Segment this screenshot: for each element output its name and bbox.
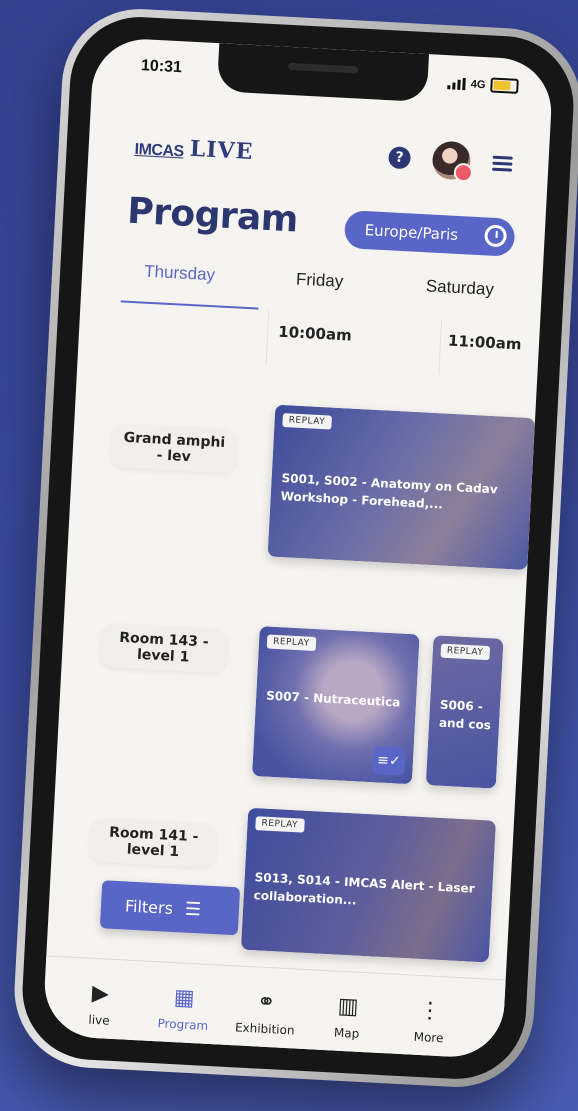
- session-title: S006 - and cos: [438, 697, 492, 733]
- tab-map[interactable]: ▥ Map: [306, 992, 388, 1042]
- session-card[interactable]: REPLAY S007 - Nutraceutica ≡✓: [252, 626, 420, 785]
- status-indicators: 4G: [447, 75, 519, 94]
- app-screen: 10:31 4G IMCAS LIVE ? Program Europe/Par…: [42, 36, 554, 1060]
- network-label: 4G: [470, 77, 486, 91]
- menu-icon[interactable]: [492, 155, 513, 172]
- phone-device: 10:31 4G IMCAS LIVE ? Program Europe/Par…: [10, 5, 578, 1091]
- more-icon: ⋮: [418, 997, 442, 1025]
- notch: [216, 43, 430, 103]
- play-icon: ▶: [91, 980, 110, 1007]
- status-time: 10:31: [140, 57, 183, 77]
- replay-badge: REPLAY: [255, 816, 305, 833]
- tab-thursday[interactable]: Thursday: [144, 262, 216, 286]
- timezone-button[interactable]: Europe/Paris: [343, 210, 516, 257]
- session-card[interactable]: REPLAY S006 - and cos: [425, 635, 504, 789]
- help-icon[interactable]: ?: [388, 146, 412, 170]
- session-card[interactable]: REPLAY S013, S014 - IMCAS Alert - Laser …: [240, 807, 496, 963]
- sliders-icon: ☰: [184, 898, 202, 920]
- tab-label: live: [88, 1012, 110, 1028]
- handshake-icon: ⚭: [256, 989, 277, 1016]
- replay-badge: REPLAY: [266, 634, 316, 652]
- tab-label: Exhibition: [234, 1020, 295, 1038]
- tab-label: Map: [333, 1025, 360, 1041]
- replay-badge: REPLAY: [440, 643, 490, 661]
- room-label: Grand amphi - lev: [109, 423, 239, 474]
- page-title: Program: [126, 190, 299, 241]
- clock-icon: [484, 224, 508, 248]
- tab-saturday[interactable]: Saturday: [425, 276, 494, 300]
- playlist-added-icon[interactable]: ≡✓: [372, 746, 406, 776]
- timezone-label: Europe/Paris: [364, 221, 459, 244]
- room-label: Room 143 - level 1: [99, 622, 228, 674]
- map-icon: ▥: [337, 993, 360, 1020]
- home-indicator: [191, 1045, 352, 1059]
- imcas-live-logo[interactable]: IMCAS LIVE: [134, 133, 254, 165]
- session-card[interactable]: REPLAY S001, S002 - Anatomy on Cadav Wor…: [267, 404, 536, 571]
- tab-exhibition[interactable]: ⚭ Exhibition: [224, 988, 306, 1038]
- signal-icon: [447, 77, 467, 90]
- logo-main-text: IMCAS: [134, 140, 185, 161]
- bottom-tab-bar: ▶ live ▦ Program ⚭ Exhibition ▥ Map ⋮ Mo…: [42, 955, 506, 1060]
- replay-badge: REPLAY: [282, 413, 332, 430]
- battery-icon: [490, 77, 519, 94]
- time-divider: [438, 319, 443, 376]
- tab-program[interactable]: ▦ Program: [143, 984, 225, 1034]
- active-day-underline: [120, 300, 259, 310]
- room-label: Room 141 - level 1: [89, 817, 218, 869]
- logo-live-text: LIVE: [189, 135, 255, 166]
- tab-live[interactable]: ▶ live: [59, 979, 141, 1029]
- tab-friday[interactable]: Friday: [296, 270, 344, 292]
- calendar-icon: ▦: [173, 985, 196, 1012]
- filters-label: Filters: [124, 895, 174, 918]
- tab-label: More: [413, 1029, 444, 1046]
- time-slot: 11:00am: [447, 331, 522, 354]
- avatar[interactable]: [431, 140, 474, 183]
- notification-badge: [453, 162, 474, 183]
- filters-button[interactable]: Filters ☰: [99, 880, 241, 936]
- time-slot: 10:00am: [277, 322, 353, 345]
- tab-more[interactable]: ⋮ More: [388, 996, 470, 1046]
- app-header: IMCAS LIVE ?: [88, 123, 550, 191]
- tab-label: Program: [157, 1016, 209, 1033]
- phone-bezel: 10:31 4G IMCAS LIVE ? Program Europe/Par…: [19, 13, 577, 1083]
